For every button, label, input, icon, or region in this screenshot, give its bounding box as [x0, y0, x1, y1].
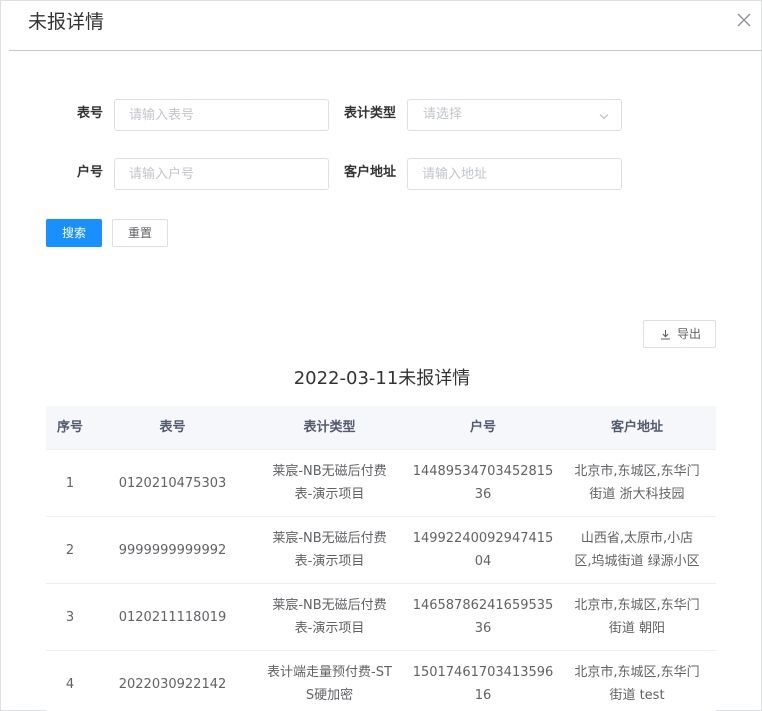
search-button[interactable]: 搜索: [46, 219, 102, 247]
cell-meter-type: 莱宸-NB无磁后付费 表-演示项目: [272, 464, 387, 502]
cell-address: 北京市,东城区,东华门 街道 test: [574, 665, 700, 703]
chevron-down-icon: [599, 114, 609, 120]
dialog-header: 未报详情: [9, 1, 762, 51]
download-icon: [661, 330, 670, 340]
cell-meter-type: 莱宸-NB无磁后付费 表-演示项目: [272, 598, 387, 636]
cell-account-no: 14658786241659535 36: [412, 598, 554, 636]
export-button[interactable]: 导出: [643, 320, 716, 348]
cell-index: 4: [65, 676, 75, 692]
column-header-meter-no: 表号: [159, 420, 186, 435]
cell-index: 2: [65, 542, 75, 558]
address-input[interactable]: [407, 158, 622, 190]
dialog: 未报详情 表号 表计类型 请选择 户号 客户地址 搜索 重置 导出 2022-0…: [0, 0, 762, 711]
cell-account-no: 14489534703452815 36: [412, 464, 554, 502]
meter-type-label: 表计类型: [343, 106, 396, 121]
export-label: 导出: [677, 327, 702, 341]
cell-index: 1: [65, 475, 75, 491]
table-header: 序号 表号 表计类型 户号 客户地址: [46, 406, 716, 450]
cell-meter-type: 莱宸-NB无磁后付费 表-演示项目: [272, 531, 387, 569]
cell-address: 山西省,太原市,小店 区,坞城街道 绿源小区: [574, 531, 700, 569]
table-row[interactable]: 3 0120211118019 莱宸-NB无磁后付费 表-演示项目 1465878…: [46, 584, 716, 651]
cell-meter-no: 0120211118019: [118, 609, 227, 625]
meter-type-select[interactable]: 请选择: [407, 99, 622, 131]
meter-no-label: 表号: [76, 106, 103, 121]
cell-index: 3: [65, 609, 75, 625]
cell-account-no: 14992240092947415 04: [412, 531, 554, 569]
account-no-input[interactable]: [114, 158, 329, 190]
reset-button[interactable]: 重置: [112, 219, 168, 247]
cell-meter-type: 表计端走量预付费-ST S硬加密: [267, 665, 392, 703]
dialog-title: 未报详情: [28, 11, 105, 33]
cell-meter-no: 2022030922142: [118, 676, 227, 692]
column-header-account-no: 户号: [469, 420, 496, 435]
close-icon[interactable]: [735, 11, 753, 29]
column-header-index: 序号: [56, 420, 83, 435]
table-title: 2022-03-11未报详情: [293, 368, 471, 389]
cell-meter-no: 0120210475303: [118, 475, 227, 491]
cell-address: 北京市,东城区,东华门 街道 朝阳: [574, 598, 700, 636]
account-no-label: 户号: [76, 165, 103, 180]
column-header-meter-type: 表计类型: [303, 420, 356, 435]
address-label: 客户地址: [343, 165, 396, 180]
meter-type-placeholder: 请选择: [423, 107, 463, 122]
table-row[interactable]: 1 0120210475303 莱宸-NB无磁后付费 表-演示项目 1448953…: [46, 450, 716, 517]
cell-address: 北京市,东城区,东华门 街道 浙大科技园: [574, 464, 700, 502]
table-row[interactable]: 4 2022030922142 表计端走量预付费-ST S硬加密 15017461…: [46, 651, 716, 711]
meter-no-input[interactable]: [114, 99, 329, 131]
column-header-address: 客户地址: [610, 420, 663, 435]
cell-account-no: 15017461703413596 16: [412, 665, 554, 703]
cell-meter-no: 9999999999992: [118, 542, 227, 558]
table-row[interactable]: 2 9999999999992 莱宸-NB无磁后付费 表-演示项目 1499224…: [46, 517, 716, 584]
